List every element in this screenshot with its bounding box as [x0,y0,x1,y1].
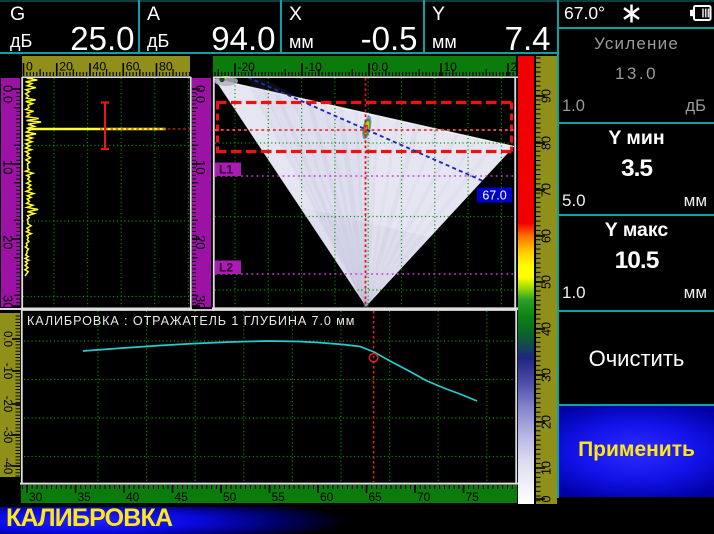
svg-text:-20: -20 [1,396,13,413]
svg-text:20: 20 [511,60,517,74]
svg-text:20: 20 [193,235,208,249]
svg-text:40: 40 [540,322,554,336]
svg-text:-30: -30 [1,427,13,444]
svg-text:60: 60 [126,60,140,74]
svg-text:30: 30 [193,295,208,307]
svg-text:65: 65 [369,490,383,503]
svg-text:70: 70 [417,490,431,503]
svg-text:0.0: 0.0 [1,331,13,347]
svg-text:45: 45 [175,490,189,503]
svg-text:-20: -20 [238,60,256,74]
svg-text:10: 10 [1,160,16,174]
svg-text:10: 10 [444,60,458,74]
svg-text:0: 0 [26,60,33,74]
svg-text:10: 10 [193,160,208,174]
svg-text:10: 10 [540,461,554,475]
svg-text:20: 20 [540,415,554,429]
svg-text:80: 80 [540,136,554,150]
svg-text:50: 50 [540,275,554,289]
svg-text:0: 0 [540,495,554,502]
svg-text:L1: L1 [219,163,233,177]
svg-text:30: 30 [1,295,16,307]
svg-text:90: 90 [540,89,554,103]
svg-text:30: 30 [540,368,554,382]
svg-text:20: 20 [1,235,16,249]
svg-text:60: 60 [320,490,334,503]
svg-text:75: 75 [466,490,480,503]
svg-text:60: 60 [540,229,554,243]
svg-text:-10: -10 [1,363,13,380]
svg-text:-10: -10 [305,60,323,74]
svg-text:55: 55 [272,490,286,503]
svg-text:30: 30 [29,490,43,503]
svg-text:35: 35 [78,490,92,503]
svg-text:L2: L2 [219,261,233,275]
svg-text:0.0: 0.0 [1,85,16,103]
svg-text:67.0: 67.0 [482,189,506,203]
svg-text:80: 80 [159,60,173,74]
svg-text:40: 40 [93,60,107,74]
svg-text:70: 70 [540,183,554,197]
svg-text:20: 20 [59,60,73,74]
svg-text:50: 50 [223,490,237,503]
svg-text:40: 40 [126,490,140,503]
svg-text:-40: -40 [1,458,13,475]
